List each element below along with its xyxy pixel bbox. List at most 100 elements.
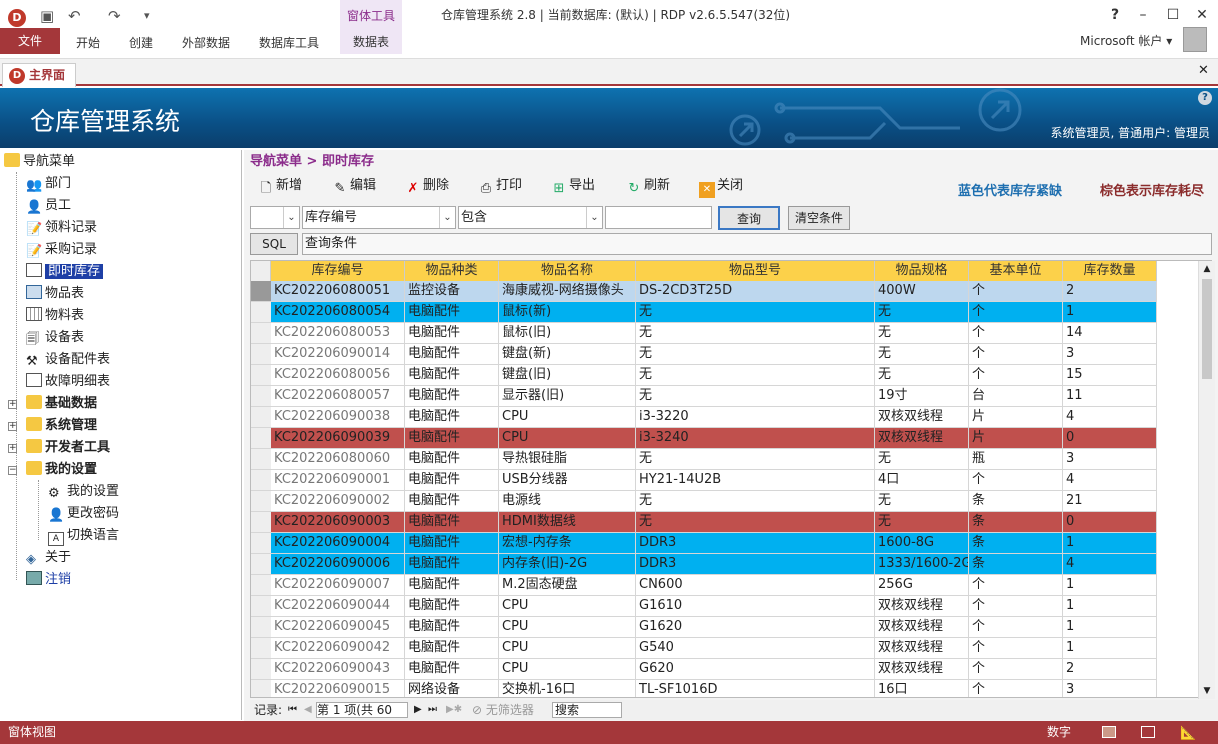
filter-operator-select[interactable]: 包含 ⌄ <box>458 206 603 229</box>
select-all-corner[interactable] <box>251 261 271 281</box>
table-cell[interactable]: 无 <box>636 365 875 386</box>
table-cell[interactable]: 无 <box>636 302 875 323</box>
redo-icon[interactable]: ↷ <box>108 6 121 26</box>
table-cell[interactable]: 条 <box>969 533 1063 554</box>
tab-datasheet[interactable]: 数据表 <box>340 33 402 50</box>
customize-quick-access-icon[interactable]: ▾ <box>144 6 150 26</box>
table-cell[interactable]: 电脑配件 <box>405 449 499 470</box>
table-cell[interactable]: 1 <box>1063 575 1157 596</box>
row-selector[interactable] <box>251 491 271 512</box>
datasheet-view-icon[interactable] <box>1141 726 1155 738</box>
sql-condition-field[interactable]: 查询条件 <box>302 233 1212 255</box>
table-cell[interactable]: 电脑配件 <box>405 428 499 449</box>
form-view-icon[interactable] <box>1102 726 1116 738</box>
table-cell[interactable]: 电脑配件 <box>405 617 499 638</box>
table-cell[interactable]: 电源线 <box>499 491 636 512</box>
table-cell[interactable]: 无 <box>875 512 969 533</box>
maximize-button[interactable]: ☐ <box>1161 4 1185 26</box>
nav-item-language[interactable]: A 切换语言 <box>48 526 119 546</box>
table-cell[interactable]: M.2固态硬盘 <box>499 575 636 596</box>
search-input[interactable]: 搜索 <box>552 702 622 718</box>
scroll-up-icon[interactable]: ▲ <box>1199 261 1215 277</box>
table-cell[interactable]: KC202206080051 <box>271 281 405 302</box>
row-selector[interactable] <box>251 470 271 491</box>
table-cell[interactable]: 双核双线程 <box>875 596 969 617</box>
table-cell[interactable]: KC202206080056 <box>271 365 405 386</box>
row-selector[interactable] <box>251 680 271 697</box>
table-cell[interactable]: 电脑配件 <box>405 512 499 533</box>
table-cell[interactable]: DS-2CD3T25D <box>636 281 875 302</box>
table-cell[interactable]: 双核双线程 <box>875 638 969 659</box>
scroll-down-icon[interactable]: ▼ <box>1199 683 1215 699</box>
table-cell[interactable]: 监控设备 <box>405 281 499 302</box>
table-cell[interactable]: CN600 <box>636 575 875 596</box>
table-cell[interactable]: 无 <box>636 386 875 407</box>
table-cell[interactable]: 无 <box>875 491 969 512</box>
table-cell[interactable]: HY21-14U2B <box>636 470 875 491</box>
table-cell[interactable]: 3 <box>1063 344 1157 365</box>
table-cell[interactable]: 无 <box>636 323 875 344</box>
table-cell[interactable]: KC202206090045 <box>271 617 405 638</box>
column-header[interactable]: 库存编号 <box>271 261 405 281</box>
row-selector[interactable] <box>251 638 271 659</box>
table-cell[interactable]: 无 <box>875 323 969 344</box>
table-cell[interactable]: KC202206080060 <box>271 449 405 470</box>
table-cell[interactable]: 14 <box>1063 323 1157 344</box>
table-cell[interactable]: KC202206080053 <box>271 323 405 344</box>
table-cell[interactable]: 导热银硅脂 <box>499 449 636 470</box>
table-cell[interactable]: USB分线器 <box>499 470 636 491</box>
table-cell[interactable]: 电脑配件 <box>405 638 499 659</box>
table-cell[interactable]: 无 <box>875 449 969 470</box>
table-cell[interactable]: CPU <box>499 428 636 449</box>
nav-item-materials[interactable]: 物料表 <box>26 306 84 326</box>
table-cell[interactable]: KC202206090044 <box>271 596 405 617</box>
avatar[interactable] <box>1183 27 1207 52</box>
row-selector[interactable] <box>251 596 271 617</box>
table-cell[interactable]: 台 <box>969 386 1063 407</box>
row-selector[interactable] <box>251 281 271 302</box>
delete-button[interactable]: ✗ 删除 <box>405 176 449 196</box>
table-cell[interactable]: KC202206090038 <box>271 407 405 428</box>
table-cell[interactable]: 无 <box>636 449 875 470</box>
table-cell[interactable]: G1620 <box>636 617 875 638</box>
table-cell[interactable]: 内存条(旧)-2G <box>499 554 636 575</box>
collapse-icon[interactable]: − <box>8 466 17 475</box>
table-cell[interactable]: 瓶 <box>969 449 1063 470</box>
nav-item-employee[interactable]: 👤 员工 <box>26 196 71 216</box>
export-button[interactable]: ⊞ 导出 <box>551 176 595 196</box>
save-icon[interactable]: ▣ <box>40 6 54 26</box>
table-cell[interactable]: 电脑配件 <box>405 323 499 344</box>
minimize-button[interactable]: – <box>1131 4 1155 26</box>
nav-item-items[interactable]: 物品表 <box>26 284 84 304</box>
table-cell[interactable]: i3-3240 <box>636 428 875 449</box>
print-button[interactable]: ⎙ 打印 <box>478 176 522 196</box>
expand-icon[interactable]: + <box>8 422 17 431</box>
tab-external-data[interactable]: 外部数据 <box>182 32 230 54</box>
add-button[interactable]: 🗋 新增 <box>258 176 302 196</box>
filter-value-input[interactable] <box>605 206 712 229</box>
table-cell[interactable]: 鼠标(新) <box>499 302 636 323</box>
table-cell[interactable]: G540 <box>636 638 875 659</box>
nav-item-my-settings[interactable]: ⚙ 我的设置 <box>48 482 119 502</box>
table-cell[interactable]: TL-SF1016D <box>636 680 875 697</box>
table-cell[interactable]: 双核双线程 <box>875 407 969 428</box>
nav-group-my-settings[interactable]: 我的设置 <box>26 460 97 480</box>
table-cell[interactable]: 2 <box>1063 659 1157 680</box>
table-cell[interactable]: 双核双线程 <box>875 428 969 449</box>
table-cell[interactable]: 双核双线程 <box>875 617 969 638</box>
tab-create[interactable]: 创建 <box>129 32 153 54</box>
table-cell[interactable]: KC202206090002 <box>271 491 405 512</box>
row-selector[interactable] <box>251 323 271 344</box>
table-cell[interactable]: 19寸 <box>875 386 969 407</box>
clear-conditions-button[interactable]: 清空条件 <box>788 206 850 230</box>
tab-home[interactable]: 开始 <box>76 32 100 54</box>
column-header[interactable]: 物品名称 <box>499 261 636 281</box>
table-cell[interactable]: 交换机-16口 <box>499 680 636 697</box>
row-selector[interactable] <box>251 302 271 323</box>
table-cell[interactable]: 电脑配件 <box>405 365 499 386</box>
row-selector[interactable] <box>251 407 271 428</box>
doc-tab-main[interactable]: D 主界面 <box>2 63 76 87</box>
table-cell[interactable]: KC202206090014 <box>271 344 405 365</box>
table-cell[interactable]: 4 <box>1063 470 1157 491</box>
table-cell[interactable]: 无 <box>875 365 969 386</box>
